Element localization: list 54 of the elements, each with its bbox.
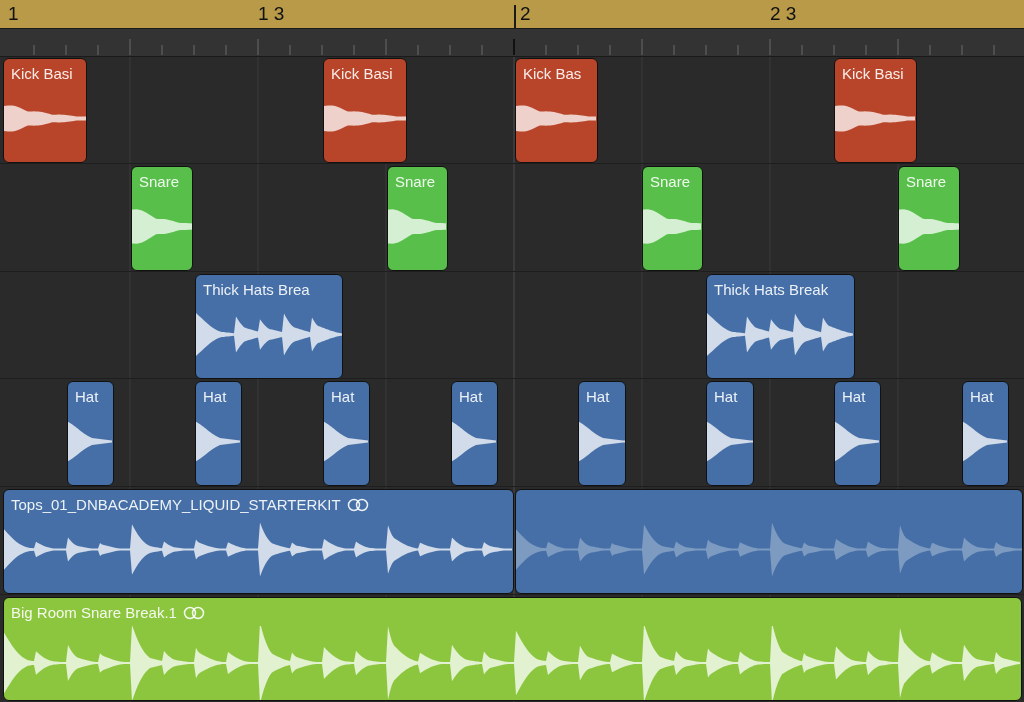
audio-region[interactable]: Thick Hats Break xyxy=(706,274,855,379)
region-name: Snare xyxy=(650,172,691,192)
audio-waveform xyxy=(899,209,959,244)
audio-waveform xyxy=(196,421,240,462)
region-name: Hat xyxy=(586,387,610,407)
region-name: Hat xyxy=(970,387,994,407)
audio-region[interactable]: Hat xyxy=(706,381,754,486)
region-name: Hat xyxy=(459,387,483,407)
audio-waveform xyxy=(835,421,879,462)
audio-waveform xyxy=(643,209,701,244)
region-name: Kick Basi xyxy=(11,64,73,84)
audio-region[interactable]: Kick Bas xyxy=(515,58,598,163)
region-name: Kick Bas xyxy=(523,64,582,84)
timeline-ruler[interactable]: 1 1 3 2 2 3 xyxy=(0,0,1024,29)
audio-region[interactable]: Hat xyxy=(195,381,242,486)
bar-number: 1 xyxy=(8,3,19,25)
bar-marker-line xyxy=(514,5,516,29)
region-name: Thick Hats Brea xyxy=(203,280,310,300)
region-name: Snare xyxy=(395,172,436,192)
region-name: Thick Hats Break xyxy=(714,280,829,300)
audio-region[interactable]: Tops_01_DNBACADEMY_LIQUID_STARTERKIT xyxy=(3,489,514,594)
region-name: Hat xyxy=(842,387,866,407)
audio-waveform xyxy=(579,421,625,462)
bar-number: 2 xyxy=(520,3,531,25)
audio-region[interactable]: Hat xyxy=(323,381,370,486)
audio-region[interactable]: Hat xyxy=(67,381,114,486)
audio-region[interactable]: Hat xyxy=(834,381,881,486)
region-name: Kick Basi xyxy=(331,64,393,84)
region-name: Snare xyxy=(906,172,947,192)
region-name: Snare xyxy=(139,172,180,192)
bar-number: 2 3 xyxy=(770,3,797,25)
audio-waveform xyxy=(132,209,192,244)
audio-region[interactable]: Hat xyxy=(962,381,1009,486)
audio-waveform xyxy=(388,209,446,244)
audio-loop-region[interactable] xyxy=(515,489,1023,594)
audio-region[interactable]: Kick Basi xyxy=(834,58,917,163)
audio-region[interactable]: Kick Basi xyxy=(3,58,87,163)
audio-waveform xyxy=(68,421,112,462)
region-name: Hat xyxy=(331,387,355,407)
audio-region[interactable]: Hat xyxy=(578,381,626,486)
region-name: Hat xyxy=(75,387,99,407)
region-name: Tops_01_DNBACADEMY_LIQUID_STARTERKIT xyxy=(11,495,341,515)
audio-waveform xyxy=(963,421,1007,462)
audio-region[interactable]: Thick Hats Brea xyxy=(195,274,343,379)
region-name: Hat xyxy=(714,387,738,407)
region-name: Hat xyxy=(203,387,227,407)
audio-waveform xyxy=(324,421,368,462)
region-name: Kick Basi xyxy=(842,64,904,84)
region-name: Big Room Snare Break.1 xyxy=(11,603,177,623)
audio-region[interactable]: Hat xyxy=(451,381,498,486)
audio-waveform xyxy=(707,421,753,462)
bar-number: 1 3 xyxy=(258,3,285,25)
audio-waveform xyxy=(452,421,496,462)
audio-region[interactable]: Kick Basi xyxy=(323,58,407,163)
